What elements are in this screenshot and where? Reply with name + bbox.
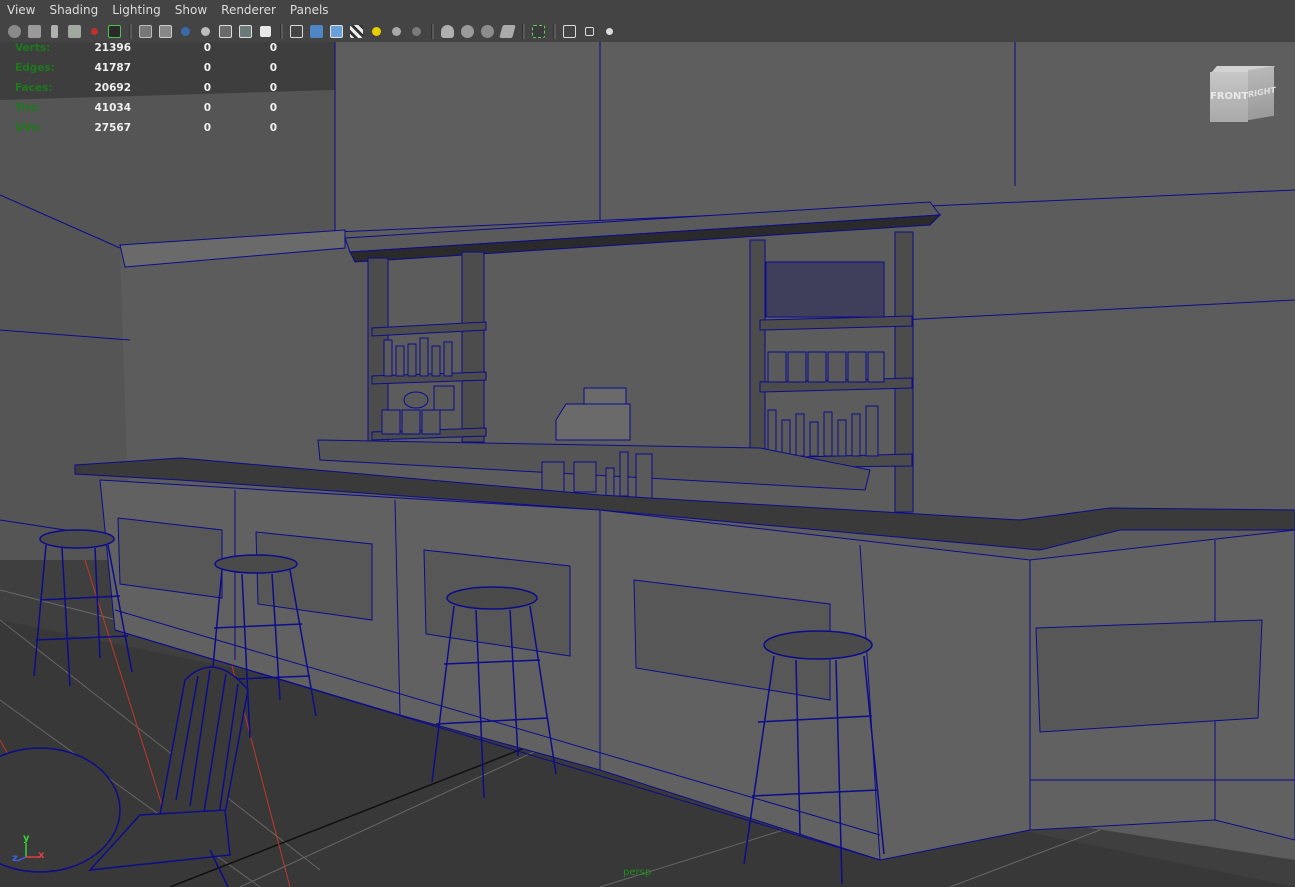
hud-row-uvs: UVs: 27567 0 0: [15, 122, 285, 142]
hud-value: 0: [269, 62, 277, 74]
xray-active-icon[interactable]: [561, 23, 578, 40]
hud-value: 0: [269, 122, 277, 134]
toolbar-separator: [280, 24, 283, 39]
hud-row-verts: Verts: 21396 0 0: [15, 42, 285, 62]
hud-value: 0: [203, 82, 211, 94]
menu-view[interactable]: View: [0, 0, 42, 21]
panel-toolbar: [0, 21, 1295, 42]
hud-row-edges: Edges: 41787 0 0: [15, 62, 285, 82]
textured-icon[interactable]: [348, 23, 365, 40]
motion-blur-icon[interactable]: [439, 23, 456, 40]
depth-of-field-icon[interactable]: [479, 23, 496, 40]
safe-title-icon[interactable]: [237, 23, 254, 40]
scene-wireframe: [0, 42, 1295, 887]
smooth-shade-icon[interactable]: [308, 23, 325, 40]
view-cube[interactable]: FRONT RIGHT: [1206, 65, 1278, 128]
hud-value: 41034: [94, 102, 131, 114]
hud-label: Faces:: [15, 82, 53, 94]
resolution-gate-icon[interactable]: [157, 23, 174, 40]
view-cube-front[interactable]: FRONT: [1210, 72, 1248, 122]
use-lights-icon[interactable]: [368, 23, 385, 40]
hud-row-tris: Tris: 41034 0 0: [15, 102, 285, 122]
xray-joints-icon[interactable]: [581, 23, 598, 40]
toolbar-separator: [129, 24, 132, 39]
film-gate-icon[interactable]: [137, 23, 154, 40]
hud-label: UVs:: [15, 122, 43, 134]
hud-label: Edges:: [15, 62, 55, 74]
wireframe-on-shaded-icon[interactable]: [328, 23, 345, 40]
menu-panels[interactable]: Panels: [283, 0, 336, 21]
bookmark-icon[interactable]: [46, 23, 63, 40]
shadows-icon[interactable]: [388, 23, 405, 40]
xray-icon[interactable]: [499, 23, 516, 40]
toolbar-separator: [431, 24, 434, 39]
hud-value: 21396: [94, 42, 131, 54]
menu-show[interactable]: Show: [168, 0, 214, 21]
gate-mask-icon[interactable]: [177, 23, 194, 40]
viewport-menubar: View Shading Lighting Show Renderer Pane…: [0, 0, 1295, 21]
axis-y-label: y: [23, 833, 30, 844]
poly-count-hud: Verts: 21396 0 0 Edges: 41787 0 0 Faces:…: [15, 42, 285, 142]
camera-attributes-icon[interactable]: [26, 23, 43, 40]
view-cube-right[interactable]: RIGHT: [1248, 65, 1276, 121]
hud-value: 0: [269, 102, 277, 114]
hud-value: 0: [203, 42, 211, 54]
grease-pencil-icon[interactable]: [106, 23, 123, 40]
hud-label: Verts:: [15, 42, 51, 54]
safe-action-icon[interactable]: [217, 23, 234, 40]
hud-value: 27567: [94, 122, 131, 134]
select-camera-icon[interactable]: [6, 23, 23, 40]
toolbar-separator: [522, 24, 525, 39]
isolate-select-icon[interactable]: [530, 23, 547, 40]
grid-icon[interactable]: [601, 23, 618, 40]
text-icon[interactable]: [257, 23, 274, 40]
camera-tools-icon[interactable]: [86, 23, 103, 40]
hud-value: 0: [203, 122, 211, 134]
toolbar-separator: [553, 24, 556, 39]
hud-value: 0: [269, 82, 277, 94]
menu-renderer[interactable]: Renderer: [214, 0, 283, 21]
hud-value: 20692: [94, 82, 131, 94]
hud-value: 0: [203, 62, 211, 74]
field-chart-icon[interactable]: [197, 23, 214, 40]
image-plane-icon[interactable]: [66, 23, 83, 40]
perspective-viewport[interactable]: [0, 42, 1295, 887]
hud-value: 0: [269, 42, 277, 54]
axis-z-label: z: [12, 853, 18, 864]
hud-value: 41787: [94, 62, 131, 74]
camera-name-label: persp: [623, 867, 652, 878]
anti-aliasing-icon[interactable]: [459, 23, 476, 40]
hud-label: Tris:: [15, 102, 41, 114]
menu-lighting[interactable]: Lighting: [105, 0, 168, 21]
hud-value: 0: [203, 102, 211, 114]
axis-gizmo: y x z: [10, 833, 46, 864]
ambient-occlusion-icon[interactable]: [408, 23, 425, 40]
menu-shading[interactable]: Shading: [42, 0, 105, 21]
axis-x-label: x: [38, 850, 45, 861]
hud-row-faces: Faces: 20692 0 0: [15, 82, 285, 102]
wireframe-icon[interactable]: [288, 23, 305, 40]
